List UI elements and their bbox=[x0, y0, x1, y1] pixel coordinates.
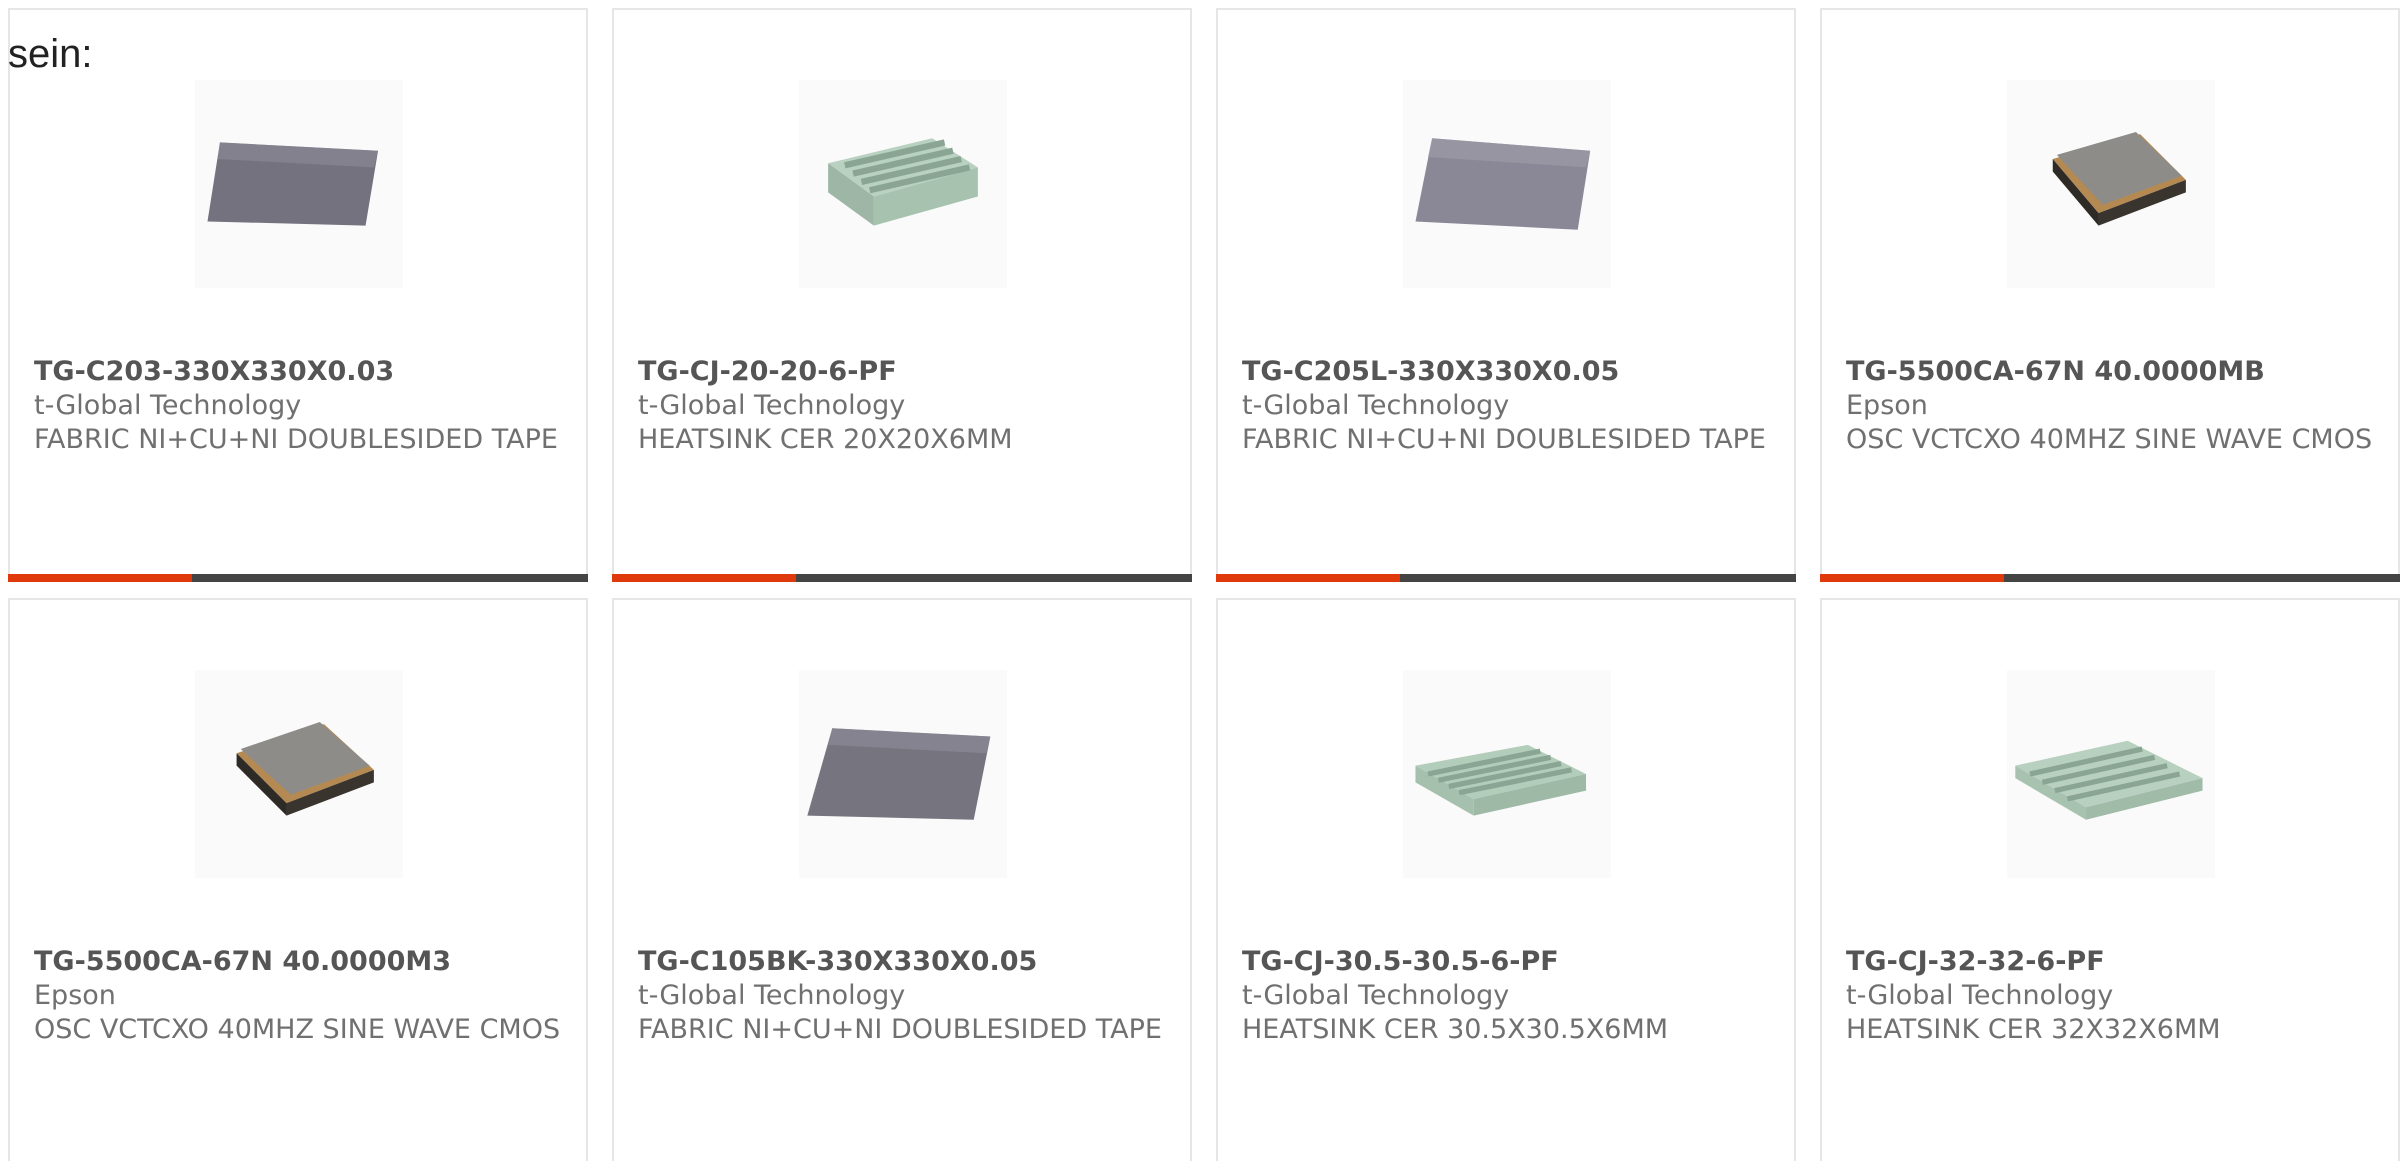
fabric-sheet-icon[interactable] bbox=[195, 80, 403, 288]
card-accent-bar bbox=[8, 574, 192, 582]
manufacturer-label: Epson bbox=[34, 980, 116, 1011]
description-text: HEATSINK CER 30.5X30.5X6MM bbox=[1242, 1014, 1669, 1045]
card-accent-bar bbox=[1216, 574, 1400, 582]
oscillator-chip-icon[interactable] bbox=[195, 670, 403, 878]
description-text: HEATSINK CER 20X20X6MM bbox=[638, 424, 1013, 455]
part-number-link[interactable]: TG-5500CA-67N 40.0000M3 bbox=[34, 945, 566, 979]
manufacturer-label: t-Global Technology bbox=[1242, 390, 1510, 421]
card-accent-bar bbox=[612, 574, 796, 582]
description-text: HEATSINK CER 32X32X6MM bbox=[1846, 1014, 2221, 1045]
product-card[interactable]: TG-5500CA-67N 40.0000MB Epson OSC VCTCXO… bbox=[1820, 8, 2400, 582]
product-card[interactable]: TG-CJ-30.5-30.5-6-PF t-Global Technology… bbox=[1216, 598, 1796, 1161]
part-number-link[interactable]: TG-C105BK-330X330X0.05 bbox=[638, 945, 1170, 979]
card-accent-bar bbox=[1820, 574, 2004, 582]
product-card[interactable]: TG-C203-330X330X0.03 t-Global Technology… bbox=[8, 8, 588, 582]
manufacturer-label: t-Global Technology bbox=[638, 390, 906, 421]
product-card[interactable]: TG-CJ-32-32-6-PF t-Global Technology HEA… bbox=[1820, 598, 2400, 1161]
description-text: OSC VCTCXO 40MHZ SINE WAVE CMOS bbox=[34, 1014, 561, 1045]
description-text: FABRIC NI+CU+NI DOUBLESIDED TAPE bbox=[34, 424, 558, 455]
ceramic-heatsink-grid-icon[interactable] bbox=[799, 80, 1007, 288]
manufacturer-label: t-Global Technology bbox=[1846, 980, 2114, 1011]
part-number-link[interactable]: TG-5500CA-67N 40.0000MB bbox=[1846, 355, 2378, 389]
part-number-link[interactable]: TG-C203-330X330X0.03 bbox=[34, 355, 566, 389]
part-number-link[interactable]: TG-CJ-30.5-30.5-6-PF bbox=[1242, 945, 1774, 979]
manufacturer-label: Epson bbox=[1846, 390, 1928, 421]
ceramic-heatsink-fins-icon[interactable] bbox=[2007, 670, 2215, 878]
description-text: OSC VCTCXO 40MHZ SINE WAVE CMOS bbox=[1846, 424, 2373, 455]
description-text: FABRIC NI+CU+NI DOUBLESIDED TAPE bbox=[1242, 424, 1766, 455]
part-number-link[interactable]: TG-C205L-330X330X0.05 bbox=[1242, 355, 1774, 389]
product-card[interactable]: TG-C205L-330X330X0.05 t-Global Technolog… bbox=[1216, 8, 1796, 582]
card-bottom-bar bbox=[612, 574, 1192, 582]
part-number-link[interactable]: TG-CJ-32-32-6-PF bbox=[1846, 945, 2378, 979]
card-bottom-bar bbox=[8, 574, 588, 582]
manufacturer-label: t-Global Technology bbox=[1242, 980, 1510, 1011]
fabric-sheet-icon[interactable] bbox=[1403, 80, 1611, 288]
manufacturer-label: t-Global Technology bbox=[34, 390, 302, 421]
product-card[interactable]: TG-CJ-20-20-6-PF t-Global Technology HEA… bbox=[612, 8, 1192, 582]
oscillator-chip-icon[interactable] bbox=[2007, 80, 2215, 288]
part-number-link[interactable]: TG-CJ-20-20-6-PF bbox=[638, 355, 1170, 389]
card-bottom-bar bbox=[1820, 574, 2400, 582]
description-text: FABRIC NI+CU+NI DOUBLESIDED TAPE bbox=[638, 1014, 1162, 1045]
card-bottom-bar bbox=[1216, 574, 1796, 582]
fabric-sheet-icon[interactable] bbox=[799, 670, 1007, 878]
product-card[interactable]: TG-C105BK-330X330X0.05 t-Global Technolo… bbox=[612, 598, 1192, 1161]
ceramic-heatsink-fins-icon[interactable] bbox=[1403, 670, 1611, 878]
intro-text: sein: bbox=[8, 32, 93, 76]
product-card[interactable]: TG-5500CA-67N 40.0000M3 Epson OSC VCTCXO… bbox=[8, 598, 588, 1161]
manufacturer-label: t-Global Technology bbox=[638, 980, 906, 1011]
product-grid-page: sein: TG-C203-330X330X0.03 t-Global Tech… bbox=[0, 0, 2400, 1161]
